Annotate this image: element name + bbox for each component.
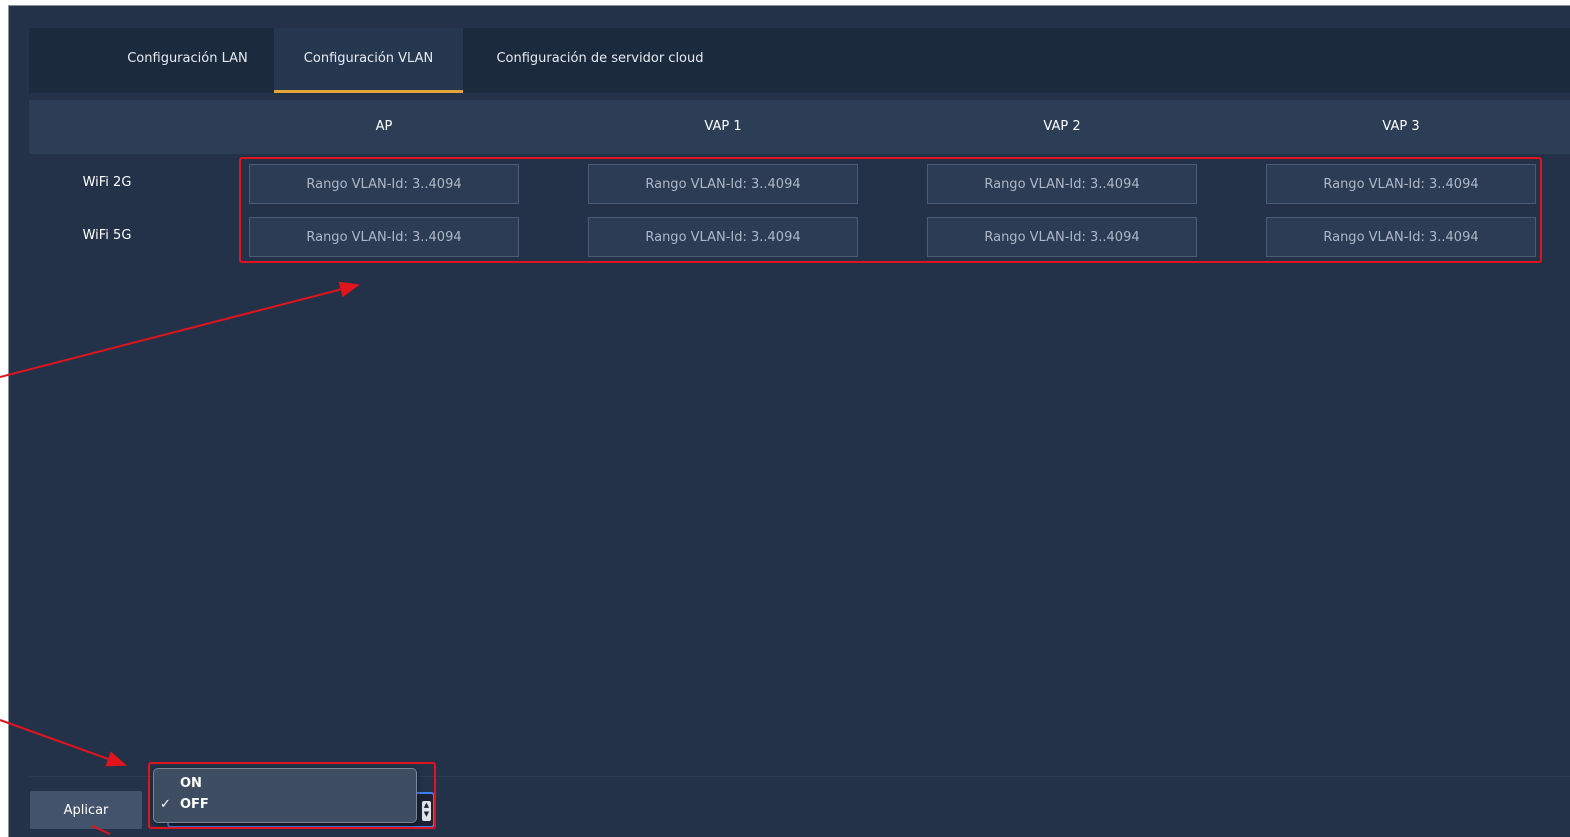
tab-cloud-server-config[interactable]: Configuración de servidor cloud bbox=[481, 28, 719, 93]
select-updown-icon: ▲ ▼ bbox=[422, 801, 431, 821]
vlan-input-5g-ap[interactable] bbox=[249, 217, 519, 257]
vlan-input-5g-vap1[interactable] bbox=[588, 217, 858, 257]
column-header-vap1: VAP 1 bbox=[704, 119, 742, 134]
apply-button[interactable]: Aplicar bbox=[30, 791, 142, 829]
vlan-input-2g-vap1[interactable] bbox=[588, 164, 858, 204]
vlan-input-2g-vap2[interactable] bbox=[927, 164, 1197, 204]
row-label-wifi-5g: WiFi 5G bbox=[82, 228, 132, 243]
vlan-input-5g-vap2[interactable] bbox=[927, 217, 1197, 257]
column-header-ap: AP bbox=[375, 119, 393, 134]
checkmark-icon: ✓ bbox=[160, 797, 171, 812]
vlan-input-5g-vap3[interactable] bbox=[1266, 217, 1536, 257]
select-dropdown-menu: ON ✓ OFF bbox=[153, 768, 417, 823]
column-header-vap3: VAP 3 bbox=[1382, 119, 1420, 134]
column-header-vap2: VAP 2 bbox=[1043, 119, 1081, 134]
vlan-input-2g-ap[interactable] bbox=[249, 164, 519, 204]
tab-vlan-config[interactable]: Configuración VLAN bbox=[274, 28, 463, 93]
column-header-row: AP VAP 1 VAP 2 VAP 3 bbox=[29, 100, 1570, 154]
vlan-input-2g-vap3[interactable] bbox=[1266, 164, 1536, 204]
tab-bar: Configuración LAN Configuración VLAN Con… bbox=[29, 28, 1570, 93]
select-option-on[interactable]: ON bbox=[154, 773, 416, 794]
router-settings-panel: Configuración LAN Configuración VLAN Con… bbox=[8, 5, 1570, 837]
row-label-wifi-2g: WiFi 2G bbox=[82, 175, 132, 190]
tab-lan-config[interactable]: Configuración LAN bbox=[105, 28, 270, 93]
select-option-off[interactable]: ✓ OFF bbox=[154, 794, 416, 815]
